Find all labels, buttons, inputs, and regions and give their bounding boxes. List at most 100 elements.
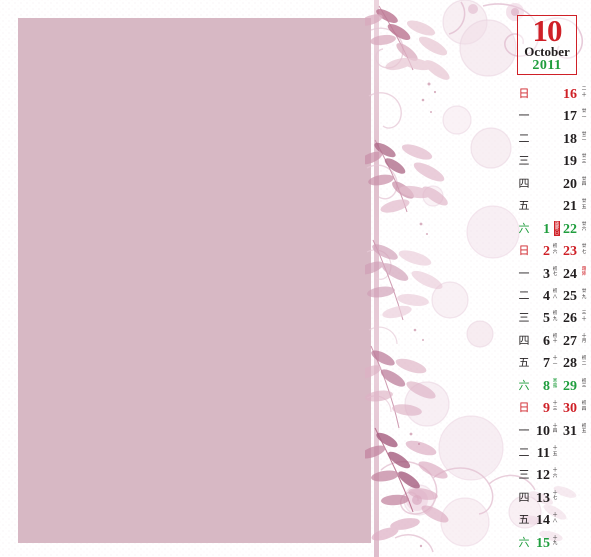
lunar-date: 廿三	[579, 154, 589, 165]
month-number: 10	[532, 12, 563, 48]
day-number: 11	[536, 446, 550, 461]
calendar-row: 二 4 初八 25 廿九	[505, 286, 591, 308]
lunar-date-char: 二	[581, 361, 587, 367]
calendar-cell-right[interactable]: 30 初四	[554, 398, 591, 420]
day-number: 8	[543, 378, 550, 394]
calendar-row: 三 5 初九 26 三十	[505, 308, 591, 330]
calendar-cell-right	[554, 510, 591, 532]
day-number: 22	[563, 221, 577, 237]
weekday-label: 六	[518, 535, 530, 549]
lunar-date-char: 三	[581, 384, 587, 390]
lunar-date-char: 五	[581, 204, 587, 210]
calendar-cell-right[interactable]: 29 初三	[554, 376, 591, 398]
calendar-cell-right[interactable]: 17 廿一	[554, 106, 591, 128]
weekday-label: 日	[518, 87, 530, 100]
calendar-row: 六 15 十九	[505, 533, 591, 555]
day-number: 27	[563, 333, 577, 349]
weekday-label: 二	[518, 446, 530, 459]
year-number: 2011	[532, 57, 562, 73]
day-number: 23	[563, 244, 577, 260]
leaf-sprig-5	[365, 427, 449, 541]
calendar-row: 六 1 國慶日 22 廿六	[505, 219, 591, 241]
calendar-cell-right	[554, 443, 591, 465]
lunar-date: 廿二	[579, 132, 589, 143]
calendar-cell-right[interactable]: 23 廿七	[554, 241, 591, 263]
day-number: 6	[543, 333, 550, 349]
leaf-sprig-4	[365, 345, 436, 429]
weekday-label: 一	[518, 423, 530, 437]
calendar-cell-right[interactable]: 16 二十	[554, 84, 591, 106]
calendar-row: 日 9 十三 30 初四	[505, 398, 591, 420]
weekday-label: 三	[518, 311, 530, 325]
lunar-date: 初四	[579, 401, 589, 412]
day-number: 12	[536, 468, 550, 484]
weekday-label: 六	[518, 378, 530, 392]
lunar-date-char: 七	[581, 249, 587, 255]
calendar-row: 六 8 寒露 29 初三	[505, 376, 591, 398]
lunar-date-char: 月	[581, 339, 587, 345]
weekday-label: 二	[518, 131, 530, 145]
calendar-row: 二 11 十五	[505, 443, 591, 465]
weekday-label: 一	[518, 109, 530, 123]
calendar-row: 三 19 廿三	[505, 151, 591, 173]
calendar-cell-right[interactable]: 25 廿九	[554, 286, 591, 308]
calendar-row: 四 20 廿四	[505, 174, 591, 196]
calendar-row: 四 13 十七	[505, 488, 591, 510]
day-number: 24	[563, 266, 577, 282]
calendar-cell-right[interactable]: 26 三十	[554, 308, 591, 330]
calendar-cell-right[interactable]: 27 十月	[554, 331, 591, 353]
calendar-cell-right[interactable]: 28 初二	[554, 353, 591, 375]
day-number: 2	[543, 244, 550, 260]
calendar-row: 四 6 初十 27 十月	[505, 331, 591, 353]
day-number: 13	[536, 490, 550, 506]
leaf-sprig-3	[365, 239, 443, 321]
lunar-date: 初五	[579, 424, 589, 435]
lunar-date-char: 一	[581, 115, 587, 121]
day-number: 10	[536, 423, 550, 439]
lunar-date: 廿一	[579, 109, 589, 120]
calendar-cell-right[interactable]: 22 廿六	[554, 219, 591, 241]
day-number: 16	[563, 87, 577, 102]
lunar-date-char: 三	[581, 159, 587, 165]
leaf-sprig-2	[365, 139, 448, 213]
day-number: 3	[543, 266, 550, 282]
weekday-label: 日	[518, 244, 530, 258]
weekday-label: 三	[518, 468, 530, 482]
weekday-label: 六	[518, 221, 530, 235]
calendar-row: 一 17 廿一	[505, 106, 591, 128]
calendar-cell-right[interactable]: 20 廿四	[554, 174, 591, 196]
lunar-date-char: 四	[581, 182, 587, 188]
calendar-row: 五 21 廿五	[505, 196, 591, 218]
lunar-date: 廿四	[579, 177, 589, 188]
lunar-date-char: 六	[581, 227, 587, 233]
lunar-date: 初二	[579, 356, 589, 367]
weekday-label: 四	[518, 490, 530, 504]
lunar-date-char: 四	[581, 406, 587, 412]
calendar-row: 三 12 十六	[505, 465, 591, 487]
weekday-label: 一	[518, 266, 530, 280]
day-number: 15	[536, 535, 550, 551]
day-number: 26	[563, 311, 577, 327]
day-number: 20	[563, 176, 577, 192]
photo-placeholder[interactable]	[18, 18, 371, 543]
calendar-cell-right	[554, 465, 591, 487]
calendar-row: 一 10 十四 31 初五	[505, 421, 591, 443]
calendar-cell-right[interactable]: 31 初五	[554, 421, 591, 443]
lunar-date-char: 五	[581, 429, 587, 435]
day-number: 31	[563, 423, 577, 439]
calendar-grid: 日 16 二十一 17 廿一二 18 廿二三 19 廿三四 20 廿四五 21 廿五六 1 國慶日 22 廿六日…	[505, 84, 591, 555]
calendar-cell-right[interactable]: 18 廿二	[554, 129, 591, 151]
calendar-cell-right	[554, 488, 591, 510]
day-number: 29	[563, 378, 577, 394]
lunar-date-char: 二	[581, 137, 587, 143]
weekday-label: 五	[518, 199, 530, 213]
calendar-cell-right[interactable]: 21 廿五	[554, 196, 591, 218]
day-number: 5	[543, 311, 550, 327]
lunar-date: 廿九	[579, 289, 589, 300]
lunar-date: 初三	[579, 379, 589, 390]
month-name: October	[524, 43, 570, 59]
calendar-cell-right[interactable]: 19 廿三	[554, 151, 591, 173]
lunar-date-char: 九	[581, 294, 587, 300]
weekday-label: 三	[518, 154, 530, 168]
calendar-cell-right[interactable]: 24 霜降	[554, 264, 591, 286]
